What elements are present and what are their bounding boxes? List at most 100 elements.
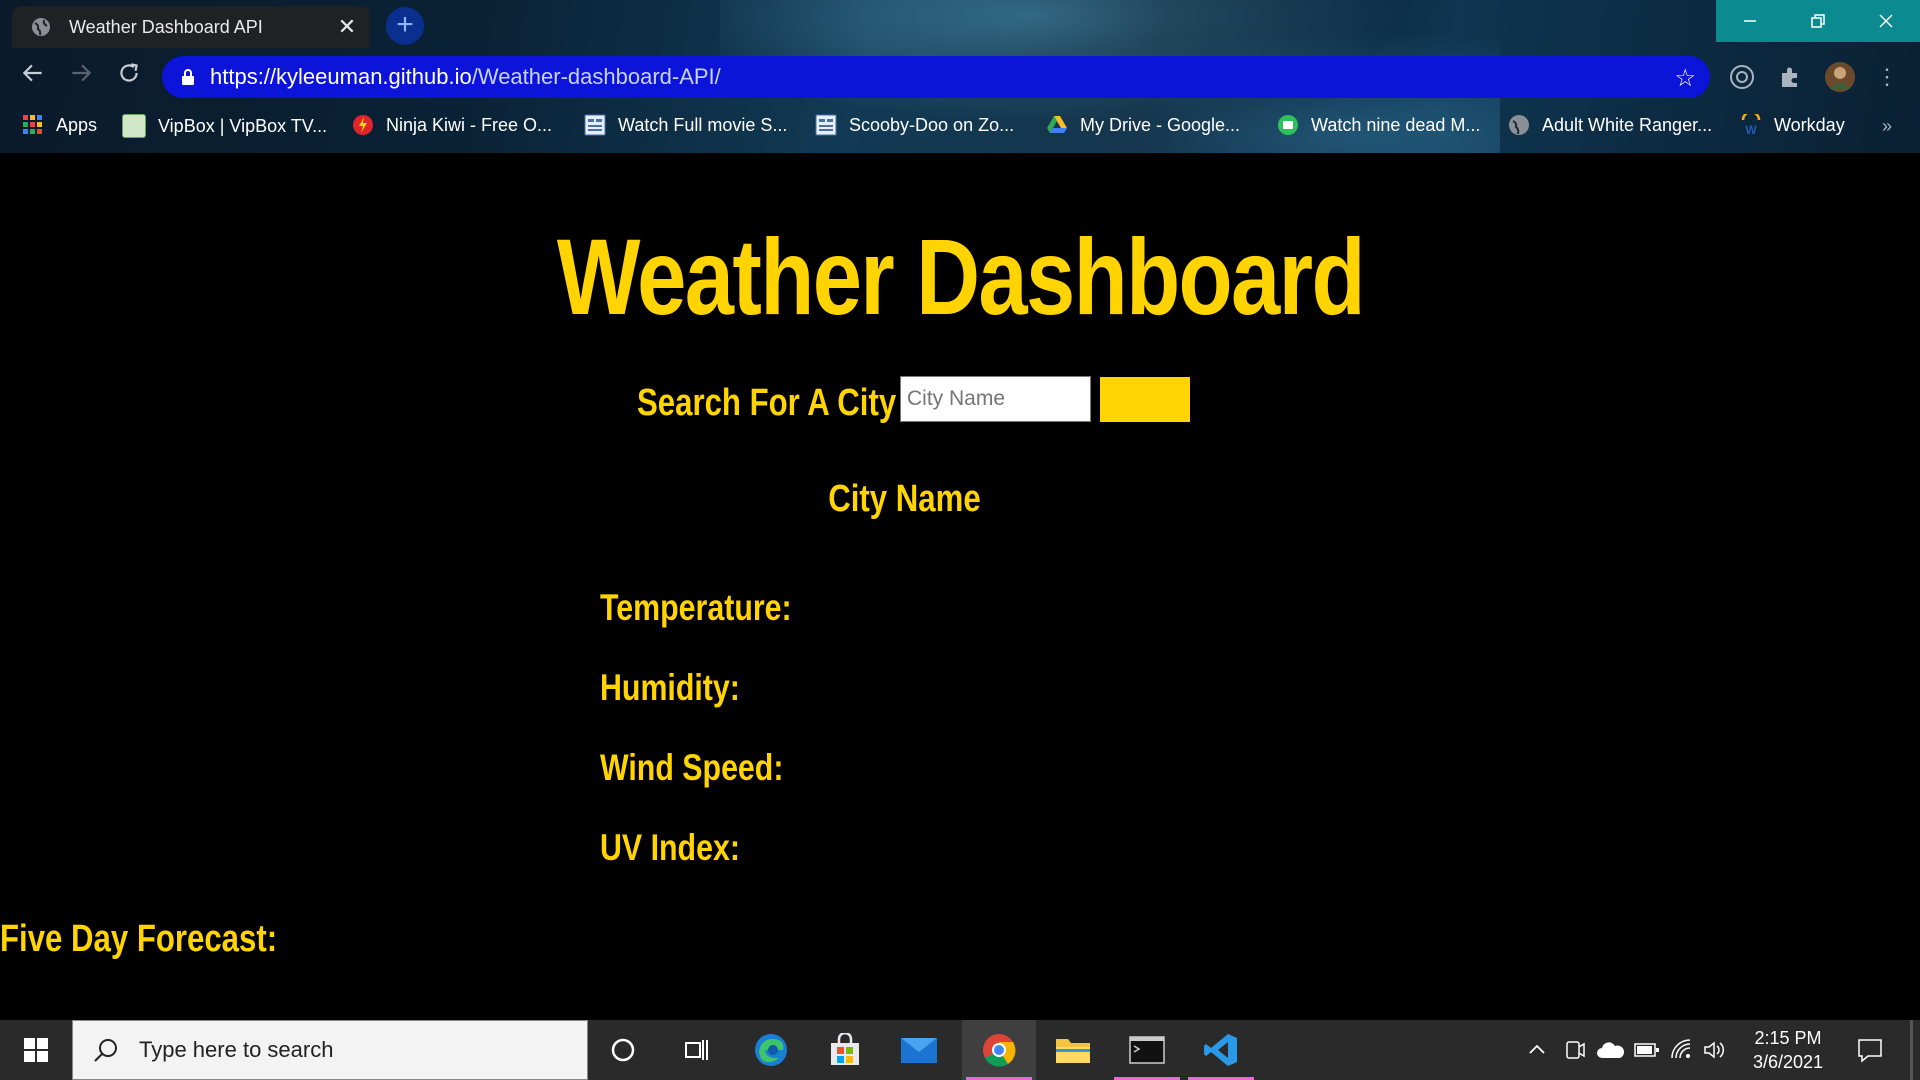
google-drive-icon	[1047, 116, 1067, 133]
search-button[interactable]	[1100, 377, 1190, 422]
bookmark-adult-white-ranger[interactable]: Adult White Ranger...	[1508, 114, 1712, 136]
notifications-icon[interactable]	[1856, 1036, 1884, 1064]
city-name-heading: City Name	[828, 478, 981, 520]
bookmarks-bar: Apps VipBox | VipBox TV... Ninja Kiwi - …	[0, 106, 1920, 144]
vscode-icon	[1204, 1034, 1237, 1066]
bookmark-label: VipBox | VipBox TV...	[158, 115, 328, 136]
workday-icon: W	[1741, 114, 1761, 136]
tab-title: Weather Dashboard API	[69, 16, 263, 37]
task-view-button[interactable]	[660, 1020, 734, 1080]
restore-button[interactable]	[1784, 0, 1852, 42]
address-bar[interactable]: https://kyleeuman.github.io/Weather-dash…	[162, 56, 1710, 98]
bookmark-watch-nine-dead[interactable]: Watch nine dead M...	[1277, 114, 1480, 136]
folder-icon	[1056, 1039, 1090, 1063]
bookmark-scooby-doo[interactable]: Scooby-Doo on Zo...	[815, 114, 1014, 136]
browser-toolbar: https://kyleeuman.github.io/Weather-dash…	[0, 48, 1920, 106]
meet-now-icon[interactable]	[1564, 1038, 1586, 1062]
terminal-icon	[1129, 1036, 1165, 1064]
minimize-button[interactable]	[1716, 0, 1784, 42]
cortana-button[interactable]	[586, 1020, 660, 1080]
page-title: Weather Dashboard	[556, 216, 1366, 337]
bookmark-workday[interactable]: W Workday	[1740, 114, 1845, 136]
edge-icon	[755, 1034, 787, 1066]
terminal-app[interactable]	[1110, 1020, 1184, 1080]
svg-text:W: W	[1745, 123, 1757, 136]
close-icon	[1879, 14, 1893, 28]
taskbar-search-box[interactable]: Type here to search	[72, 1020, 588, 1080]
close-window-button[interactable]	[1852, 0, 1920, 42]
reload-icon	[120, 63, 138, 82]
mail-app[interactable]	[882, 1020, 956, 1080]
url-text: https://kyleeuman.github.io/Weather-dash…	[210, 64, 721, 90]
uv-index-label: UV Index:	[600, 827, 740, 868]
bookmark-label: Ninja Kiwi - Free O...	[386, 114, 553, 135]
edge-app[interactable]	[734, 1020, 808, 1080]
bookmark-vipbox[interactable]: VipBox | VipBox TV...	[122, 114, 327, 138]
arrow-left-icon	[22, 64, 42, 82]
profile-avatar[interactable]	[1824, 61, 1856, 93]
movie-site-icon	[584, 114, 606, 136]
bookmark-label: Apps	[56, 114, 98, 135]
bookmark-my-drive[interactable]: My Drive - Google...	[1046, 114, 1240, 136]
window-controls	[1716, 0, 1920, 42]
task-view-icon	[685, 1040, 708, 1060]
minimize-icon	[1744, 20, 1756, 22]
restore-icon	[1811, 14, 1825, 28]
url-path: /Weather-dashboard-API/	[471, 64, 721, 89]
bookmark-ninja-kiwi[interactable]: Ninja Kiwi - Free O...	[352, 114, 552, 136]
taskbar-search-placeholder: Type here to search	[139, 1037, 334, 1062]
bookmark-label: My Drive - Google...	[1080, 114, 1241, 135]
city-search-input[interactable]	[900, 376, 1091, 422]
ninja-kiwi-icon	[353, 115, 373, 135]
globe-icon	[1509, 115, 1529, 135]
reload-button[interactable]	[112, 60, 146, 94]
show-desktop-button[interactable]	[1910, 1020, 1913, 1080]
temperature-label: Temperature:	[600, 587, 792, 628]
clock-date: 3/6/2021	[1752, 1052, 1824, 1072]
watch-site-icon	[1278, 115, 1298, 135]
browser-menu-icon[interactable]: ⋮	[1870, 60, 1904, 94]
vipbox-icon	[122, 114, 146, 138]
globe-icon	[32, 18, 50, 36]
windows-taskbar: Type here to search 2:15 PM 3/6/2021	[0, 1020, 1920, 1080]
bookmark-label: Watch nine dead M...	[1311, 114, 1481, 135]
bookmark-apps[interactable]: Apps	[22, 114, 97, 136]
bookmark-label: Workday	[1774, 114, 1845, 135]
wifi-icon[interactable]	[1670, 1038, 1694, 1062]
chevron-up-icon[interactable]	[1528, 1041, 1546, 1059]
bookmark-star-icon[interactable]: ☆	[1674, 64, 1696, 93]
store-app[interactable]	[808, 1020, 882, 1080]
back-button[interactable]	[16, 60, 50, 94]
more-bookmarks-button[interactable]: »	[1882, 116, 1892, 137]
volume-icon[interactable]	[1702, 1038, 1726, 1062]
bookmark-watch-full-movie[interactable]: Watch Full movie S...	[584, 114, 787, 136]
battery-icon[interactable]	[1634, 1040, 1660, 1060]
mail-envelope-icon	[901, 1038, 937, 1063]
extensions-puzzle-icon[interactable]	[1776, 63, 1804, 91]
search-label: Search For A City	[637, 382, 897, 424]
start-button[interactable]	[0, 1020, 72, 1080]
windows-logo-icon	[24, 1038, 48, 1062]
onedrive-cloud-icon[interactable]	[1596, 1040, 1624, 1060]
bookmark-label: Adult White Ranger...	[1542, 114, 1713, 135]
file-explorer-app[interactable]	[1036, 1020, 1110, 1080]
bookmark-label: Watch Full movie S...	[618, 114, 788, 135]
forward-button[interactable]	[64, 60, 98, 94]
taskbar-clock[interactable]: 2:15 PM 3/6/2021	[1728, 1026, 1848, 1074]
five-day-forecast-heading: Five Day Forecast:	[0, 918, 278, 960]
extension-icon[interactable]	[1728, 63, 1756, 91]
lock-icon	[182, 69, 194, 85]
chrome-icon	[983, 1034, 1016, 1067]
chrome-app[interactable]	[962, 1020, 1036, 1080]
tab-close-icon[interactable]: ✕	[332, 14, 362, 40]
browser-chrome: Weather Dashboard API ✕ + https://kyleeu…	[0, 0, 1920, 153]
clock-time: 2:15 PM	[1754, 1028, 1822, 1048]
arrow-right-icon	[72, 64, 92, 82]
humidity-label: Humidity:	[600, 667, 740, 708]
movie-site-icon	[815, 114, 837, 136]
browser-tab[interactable]: Weather Dashboard API ✕	[12, 6, 370, 48]
new-tab-button[interactable]: +	[386, 7, 424, 45]
vscode-app[interactable]	[1184, 1020, 1258, 1080]
apps-grid-icon	[23, 115, 42, 134]
cortana-circle-icon	[611, 1038, 635, 1062]
